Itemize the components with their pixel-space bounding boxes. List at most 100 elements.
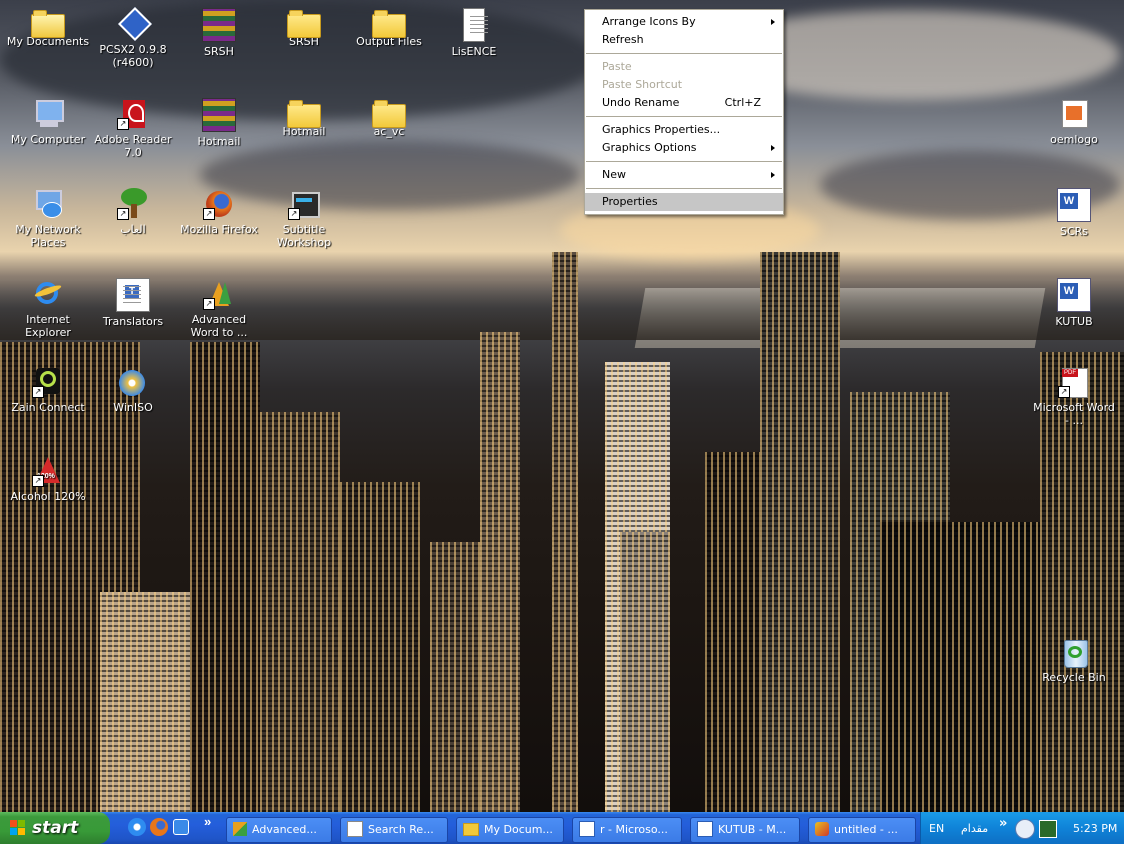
adobe-reader-icon[interactable]: ↗ Adobe Reader 7.0: [91, 98, 175, 159]
building: [340, 482, 420, 812]
network-icon: [32, 188, 64, 220]
building: [190, 342, 260, 812]
shortcut-arrow-icon: ↗: [288, 208, 300, 220]
translators-icon[interactable]: T Translators: [91, 278, 175, 328]
menu-item-refresh[interactable]: Refresh: [585, 31, 783, 49]
empire-state-building: [552, 252, 578, 812]
menu-item-arrange-icons-by[interactable]: Arrange Icons By: [585, 13, 783, 31]
language-indicator[interactable]: EN: [929, 822, 944, 835]
clock[interactable]: 5:23 PM: [1073, 822, 1117, 835]
menu-item-label: Graphics Options: [602, 141, 697, 154]
icon-label: - ...: [1065, 414, 1083, 427]
quick-launch-firefox-icon[interactable]: [150, 818, 168, 836]
icon-label: Alcohol 120%: [10, 490, 86, 503]
shortcut-arrow-icon: ↗: [203, 298, 215, 310]
menu-item-properties[interactable]: Properties: [585, 193, 783, 211]
icon-label: Adobe Reader: [94, 133, 172, 146]
icon-label: Workshop: [276, 236, 332, 249]
pdf-file-icon: PDF ↗: [1058, 366, 1090, 398]
submenu-arrow-icon: [771, 19, 775, 25]
menu-item-undo-rename[interactable]: Undo Rename Ctrl+Z: [585, 94, 783, 112]
menu-item-new[interactable]: New: [585, 166, 783, 184]
search-icon: [347, 821, 363, 837]
windows-logo-icon: [10, 820, 26, 836]
mozilla-firefox-icon[interactable]: ↗ Mozilla Firefox: [177, 188, 261, 236]
games-icon[interactable]: ↗ العاب: [91, 188, 175, 236]
pcsx2-icon[interactable]: PCSX2 0.9.8 (r4600): [91, 7, 175, 69]
srsh-folder-icon[interactable]: SRSH: [262, 8, 346, 48]
taskbar-button-advanced[interactable]: Advanced...: [226, 817, 332, 843]
output-files-folder-icon[interactable]: Output Files: [347, 8, 431, 48]
hotmail-archive-icon[interactable]: Hotmail: [177, 98, 261, 148]
microsoft-word-pdf-icon[interactable]: PDF ↗ Microsoft Word - ...: [1032, 366, 1116, 427]
quick-launch-ie-icon[interactable]: [128, 818, 146, 836]
my-computer-icon[interactable]: My Computer: [6, 98, 90, 146]
hotmail-folder-icon[interactable]: Hotmail: [262, 98, 346, 138]
internet-explorer-icon[interactable]: Internet Explorer: [6, 278, 90, 339]
icon-label: Subtitle: [282, 223, 326, 236]
tray-app-icon[interactable]: [1039, 820, 1057, 838]
taskbar-button-search[interactable]: Search Re...: [340, 817, 448, 843]
icon-label: SRSH: [204, 45, 234, 58]
alcohol-120-icon[interactable]: 120% ↗ Alcohol 120%: [6, 455, 90, 503]
icon-label: PCSX2 0.9.8: [99, 43, 167, 56]
srsh-archive-icon[interactable]: SRSH: [177, 8, 261, 58]
taskbar-button-label: KUTUB - M...: [718, 823, 787, 836]
winiso-icon[interactable]: WinISO: [91, 366, 175, 414]
menu-item-label: New: [602, 168, 626, 181]
menu-item-graphics-properties[interactable]: Graphics Properties...: [585, 121, 783, 139]
start-button[interactable]: start: [0, 812, 110, 844]
rar-archive-icon: [202, 98, 236, 132]
winiso-disc-icon: [117, 366, 149, 398]
menu-separator: [586, 116, 782, 117]
menu-item-label: Graphics Properties...: [602, 123, 721, 136]
subtitle-workshop-icon[interactable]: ↗ Subtitle Workshop: [262, 188, 346, 249]
quick-launch-app-icon[interactable]: [173, 819, 189, 835]
ie-icon: [32, 278, 64, 310]
desktop[interactable]: My Documents My Computer My Network Plac…: [0, 0, 1124, 812]
documents-folder-icon: [31, 10, 65, 38]
icon-label: Internet: [26, 313, 70, 326]
desktop-context-menu: Arrange Icons By Refresh Paste Paste Sho…: [584, 9, 784, 215]
icon-label: Advanced: [191, 313, 247, 326]
oemlogo-icon[interactable]: oemlogo: [1032, 98, 1116, 146]
taskbar-button-word-r[interactable]: r - Microso...: [572, 817, 682, 843]
advanced-word-icon[interactable]: ↗ Advanced Word to ...: [177, 278, 261, 339]
firefox-icon: ↗: [203, 188, 235, 220]
icon-label: My Network: [15, 223, 81, 236]
menu-item-label: Undo Rename: [602, 96, 680, 109]
word-icon: [579, 821, 595, 837]
icon-label: LisENCE: [451, 45, 497, 58]
pcsx2-logo-icon: [117, 7, 152, 41]
shortcut-arrow-icon: ↗: [203, 208, 215, 220]
building: [260, 412, 340, 812]
system-tray: EN مقدام » 5:23 PM: [920, 812, 1124, 844]
my-network-places-icon[interactable]: My Network Places: [6, 188, 90, 249]
menu-item-shortcut: Ctrl+Z: [724, 96, 761, 109]
menu-item-label: Properties: [602, 195, 658, 208]
tray-expand-icon[interactable]: [1015, 819, 1035, 839]
menu-item-graphics-options[interactable]: Graphics Options: [585, 139, 783, 157]
tree-icon: ↗: [117, 188, 149, 220]
subtitle-workshop-logo-icon: ↗: [288, 188, 320, 220]
taskbar-button-word-kutub[interactable]: KUTUB - M...: [690, 817, 800, 843]
menu-separator: [586, 188, 782, 189]
icon-label: Mozilla Firefox: [180, 223, 258, 236]
scrs-word-doc-icon[interactable]: SCRs: [1032, 188, 1116, 238]
lisence-file-icon[interactable]: LisENCE: [432, 8, 516, 58]
icon-label: Explorer: [25, 326, 71, 339]
folder-icon: [372, 100, 406, 128]
zain-connect-icon[interactable]: ↗ Zain Connect: [6, 366, 90, 414]
my-documents-icon[interactable]: My Documents: [6, 8, 90, 48]
kutub-word-doc-icon[interactable]: KUTUB: [1032, 278, 1116, 328]
menu-item-paste: Paste: [585, 58, 783, 76]
taskbar-button-my-documents[interactable]: My Docum...: [456, 817, 564, 843]
tray-overflow-chevron[interactable]: »: [999, 816, 1007, 831]
submenu-arrow-icon: [771, 145, 775, 151]
icon-label: Translators: [102, 315, 164, 328]
image-file-icon: [1058, 98, 1090, 130]
taskbar-button-paint-untitled[interactable]: untitled - ...: [808, 817, 916, 843]
ac-vc-folder-icon[interactable]: ac_vc: [347, 98, 431, 138]
quick-launch-overflow-chevron[interactable]: »: [204, 814, 211, 829]
recycle-bin-icon[interactable]: Recycle Bin: [1032, 636, 1116, 684]
